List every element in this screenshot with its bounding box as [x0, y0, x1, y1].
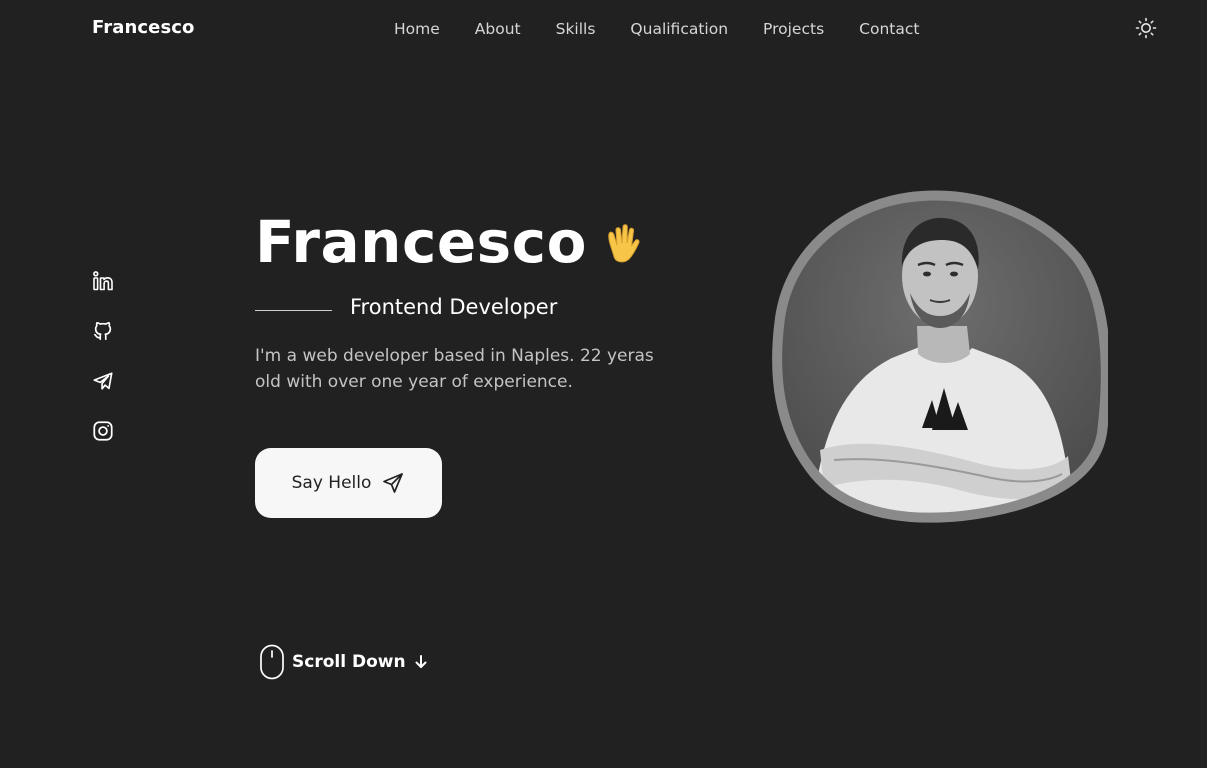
- hero-description: I'm a web developer based in Naples. 22 …: [255, 346, 654, 392]
- hero-title: Francesco: [255, 208, 587, 276]
- linkedin-icon[interactable]: [92, 270, 114, 292]
- profile-photo: [772, 188, 1111, 524]
- nav-about[interactable]: About: [475, 20, 521, 38]
- telegram-icon[interactable]: [92, 370, 114, 392]
- main-nav: Home About Skills Qualification Projects…: [394, 19, 919, 39]
- nav-home[interactable]: Home: [394, 20, 440, 38]
- mouse-icon: [259, 644, 285, 680]
- scroll-down-link[interactable]: Scroll Down: [259, 644, 429, 680]
- sun-icon[interactable]: [1135, 17, 1157, 39]
- page: Francesco Home About Skills Qualificatio…: [0, 0, 1207, 768]
- nav-qualification[interactable]: Qualification: [630, 20, 728, 38]
- instagram-icon[interactable]: [92, 420, 114, 442]
- nav-skills[interactable]: Skills: [556, 20, 596, 38]
- waving-hand-icon: [598, 220, 646, 268]
- social-links: [92, 270, 114, 470]
- scroll-down-label: Scroll Down: [292, 652, 406, 672]
- nav-projects[interactable]: Projects: [763, 20, 824, 38]
- say-hello-button[interactable]: Say Hello: [255, 448, 442, 518]
- hero-subtitle: Frontend Developer: [350, 295, 558, 319]
- send-icon: [381, 471, 405, 495]
- logo[interactable]: Francesco: [92, 17, 195, 38]
- subtitle-divider: [255, 310, 332, 311]
- arrow-down-icon: [413, 654, 429, 670]
- github-icon[interactable]: [92, 320, 114, 342]
- nav-contact[interactable]: Contact: [859, 20, 919, 38]
- say-hello-label: Say Hello: [291, 473, 372, 493]
